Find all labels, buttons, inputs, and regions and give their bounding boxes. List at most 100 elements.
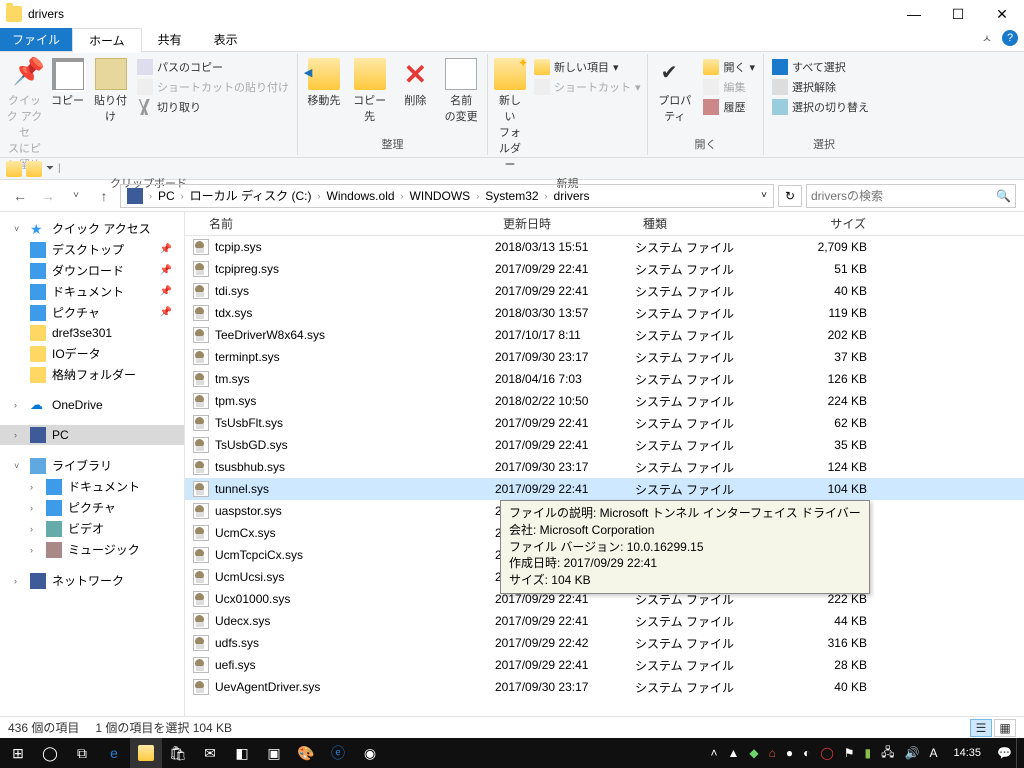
ime-icon[interactable]: A — [930, 746, 938, 760]
show-desktop-button[interactable] — [1016, 738, 1022, 768]
tray-icon[interactable]: ◯ — [820, 746, 833, 760]
forward-button[interactable]: → — [36, 184, 60, 208]
file-row[interactable]: TsUsbGD.sys2017/09/29 22:41システム ファイル35 K… — [185, 434, 1024, 456]
crumb-drivers[interactable]: drivers — [550, 189, 594, 203]
history-button[interactable]: 履歴 — [701, 98, 757, 116]
help-icon[interactable]: ? — [1002, 30, 1018, 46]
volume-icon[interactable]: 🔊 — [905, 746, 920, 760]
col-type[interactable]: 種類 — [635, 212, 775, 235]
paste-shortcut-button[interactable]: ショートカットの貼り付け — [135, 78, 291, 96]
back-button[interactable]: ← — [8, 184, 32, 208]
nav-lib-doc[interactable]: ›ドキュメント — [0, 476, 184, 497]
properties-button[interactable]: ✔プロパティ — [652, 56, 697, 126]
file-row[interactable]: tcpipreg.sys2017/09/29 22:41システム ファイル51 … — [185, 258, 1024, 280]
details-view-button[interactable]: ☰ — [970, 719, 992, 737]
breadcrumb[interactable]: › PC› ローカル ディスク (C:)› Windows.old› WINDO… — [120, 184, 774, 208]
paint-icon[interactable]: 🎨 — [290, 738, 322, 768]
cut-button[interactable]: 切り取り — [135, 98, 291, 116]
pin-quickaccess-button[interactable]: 📌クイック アクセ スにピン留め — [4, 56, 45, 174]
nav-pictures[interactable]: ピクチャ📌 — [0, 302, 184, 323]
crumb-pc[interactable]: PC — [154, 189, 179, 203]
nav-pc[interactable]: ›PC — [0, 425, 184, 445]
network-icon[interactable]: 🖧 — [881, 743, 894, 764]
folder-icon[interactable] — [6, 161, 22, 177]
maximize-button[interactable]: ☐ — [936, 0, 980, 28]
file-row[interactable]: uefi.sys2017/09/29 22:41システム ファイル28 KB — [185, 654, 1024, 676]
file-row[interactable]: tsusbhub.sys2017/09/30 23:17システム ファイル124… — [185, 456, 1024, 478]
nav-lib-vid[interactable]: ›ビデオ — [0, 518, 184, 539]
edit-button[interactable]: 編集 — [701, 78, 757, 96]
open-button[interactable]: 開く ▾ — [701, 58, 757, 76]
chrome-icon[interactable]: ◉ — [354, 738, 386, 768]
address-dropdown-icon[interactable]: ˅ — [755, 190, 773, 201]
copy-path-button[interactable]: パスのコピー — [135, 58, 291, 76]
file-row[interactable]: tdi.sys2017/09/29 22:41システム ファイル40 KB — [185, 280, 1024, 302]
file-row[interactable]: udfs.sys2017/09/29 22:42システム ファイル316 KB — [185, 632, 1024, 654]
minimize-button[interactable]: — — [892, 0, 936, 28]
tray-icon[interactable]: ⌂ — [769, 746, 776, 760]
file-tab[interactable]: ファイル — [0, 28, 72, 51]
new-folder-button[interactable]: ✦新しい フォルダー — [492, 56, 528, 174]
ribbon-collapse-icon[interactable]: ㅅ — [982, 30, 992, 46]
up-button[interactable]: ↑ — [92, 184, 116, 208]
nav-iodata[interactable]: IOデータ — [0, 343, 184, 364]
store-icon[interactable]: 🛍 — [162, 738, 194, 768]
action-center-icon[interactable]: 💬 — [997, 746, 1012, 760]
mail-icon[interactable]: ✉ — [194, 738, 226, 768]
search-icon[interactable]: 🔍 — [996, 189, 1011, 203]
col-date[interactable]: 更新日時 — [495, 212, 635, 235]
taskview-button[interactable]: ⧉ — [66, 738, 98, 768]
invert-select-button[interactable]: 選択の切り替え — [770, 98, 871, 116]
nav-dref[interactable]: dref3se301 — [0, 323, 184, 343]
tray-icon[interactable]: ⚑ — [844, 746, 855, 760]
nav-lib-mus[interactable]: ›ミュージック — [0, 539, 184, 560]
start-button[interactable]: ⊞ — [2, 738, 34, 768]
tray-icon[interactable]: ▲ — [727, 746, 739, 760]
new-item-button[interactable]: 新しい項目 ▾ — [532, 58, 643, 76]
nav-kakunou[interactable]: 格納フォルダー — [0, 364, 184, 385]
select-all-button[interactable]: すべて選択 — [770, 58, 871, 76]
file-row[interactable]: Udecx.sys2017/09/29 22:41システム ファイル44 KB — [185, 610, 1024, 632]
rename-button[interactable]: 名前 の変更 — [439, 56, 483, 126]
view-tab[interactable]: 表示 — [198, 28, 254, 51]
app-icon[interactable]: ◧ — [226, 738, 258, 768]
nav-lib-pic[interactable]: ›ピクチャ — [0, 497, 184, 518]
file-row[interactable]: TeeDriverW8x64.sys2017/10/17 8:11システム ファ… — [185, 324, 1024, 346]
tray-icon[interactable]: ◆ — [749, 746, 758, 760]
tray-icon[interactable]: ● — [786, 746, 793, 760]
refresh-button[interactable]: ↻ — [778, 185, 802, 207]
paste-button[interactable]: 貼り付け — [90, 56, 131, 126]
select-none-button[interactable]: 選択解除 — [770, 78, 871, 96]
nav-documents[interactable]: ドキュメント📌 — [0, 281, 184, 302]
recent-dropdown[interactable]: ˅ — [64, 184, 88, 208]
file-row[interactable]: tm.sys2018/04/16 7:03システム ファイル126 KB — [185, 368, 1024, 390]
nav-desktop[interactable]: デスクトップ📌 — [0, 239, 184, 260]
file-row[interactable]: tpm.sys2018/02/22 10:50システム ファイル224 KB — [185, 390, 1024, 412]
search-box[interactable]: 🔍 — [806, 184, 1016, 208]
delete-button[interactable]: ✕削除 — [394, 56, 438, 110]
move-to-button[interactable]: ◀移動先 — [302, 56, 346, 110]
col-size[interactable]: サイズ — [775, 212, 875, 235]
copy-button[interactable]: コピー — [47, 56, 88, 110]
app-icon[interactable]: ▣ — [258, 738, 290, 768]
tray-up-icon[interactable]: ˄ — [710, 746, 717, 760]
crumb-win[interactable]: WINDOWS — [406, 189, 475, 203]
icons-view-button[interactable]: ▦ — [994, 719, 1016, 737]
ie-icon[interactable]: ⓔ — [322, 738, 354, 768]
file-row[interactable]: tdx.sys2018/03/30 13:57システム ファイル119 KB — [185, 302, 1024, 324]
file-row[interactable]: UevAgentDriver.sys2017/09/30 23:17システム フ… — [185, 676, 1024, 698]
nav-downloads[interactable]: ダウンロード📌 — [0, 260, 184, 281]
edge-icon[interactable]: e — [98, 738, 130, 768]
explorer-icon[interactable] — [130, 738, 162, 768]
search-input[interactable] — [811, 189, 996, 203]
crumb-wold[interactable]: Windows.old — [323, 189, 399, 203]
tray-icon[interactable]: ◐ — [803, 746, 810, 760]
crumb-cdrive[interactable]: ローカル ディスク (C:) — [186, 187, 316, 204]
folder-icon[interactable] — [26, 161, 42, 177]
nav-libraries[interactable]: ˅ライブラリ — [0, 455, 184, 476]
nav-network[interactable]: ›ネットワーク — [0, 570, 184, 591]
cortana-button[interactable]: ◯ — [34, 738, 66, 768]
close-button[interactable]: ✕ — [980, 0, 1024, 28]
shortcut-button[interactable]: ショートカット ▾ — [532, 78, 643, 96]
home-tab[interactable]: ホーム — [72, 28, 142, 53]
